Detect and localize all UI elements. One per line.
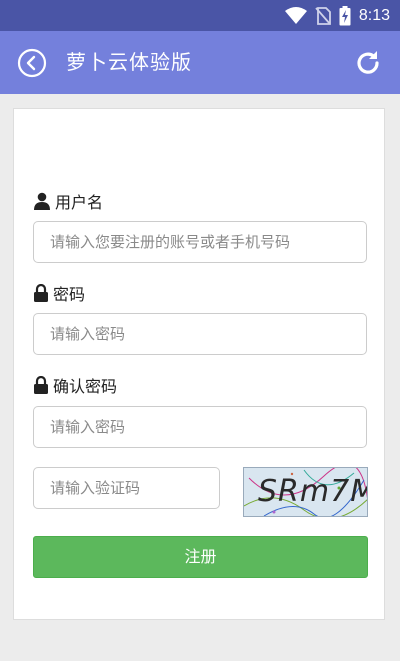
username-input[interactable] — [33, 221, 367, 263]
back-arrow-icon — [17, 48, 47, 78]
app-bar: 萝卜云体验版 — [0, 31, 400, 94]
wifi-icon — [284, 6, 307, 25]
page-title: 萝卜云体验版 — [66, 50, 192, 74]
confirm-password-input[interactable] — [33, 406, 367, 448]
status-bar: 8:13 — [0, 0, 400, 31]
username-label-text: 用户名 — [55, 193, 104, 212]
username-label: 用户名 — [33, 190, 103, 212]
refresh-icon — [357, 51, 379, 74]
confirm-password-label: 确认密码 — [33, 374, 117, 396]
lock-icon — [34, 284, 48, 302]
refresh-button[interactable] — [353, 48, 383, 78]
captcha-image[interactable]: SRm7M — [243, 467, 368, 517]
lock-icon — [34, 376, 48, 394]
captcha-input[interactable] — [33, 467, 220, 509]
password-label: 密码 — [33, 282, 85, 304]
battery-charging-icon — [339, 5, 351, 26]
confirm-password-label-text: 确认密码 — [53, 377, 118, 396]
no-sim-icon — [315, 6, 331, 25]
back-button[interactable] — [17, 48, 47, 78]
status-time: 8:13 — [358, 6, 390, 24]
captcha-text: SRm7M — [258, 474, 368, 509]
register-button[interactable]: 注册 — [33, 536, 368, 578]
password-input[interactable] — [33, 313, 367, 355]
user-icon — [34, 192, 50, 210]
password-label-text: 密码 — [53, 285, 86, 304]
register-form: 用户名 密码 确认密码 SRm7M 注册 — [13, 108, 385, 620]
